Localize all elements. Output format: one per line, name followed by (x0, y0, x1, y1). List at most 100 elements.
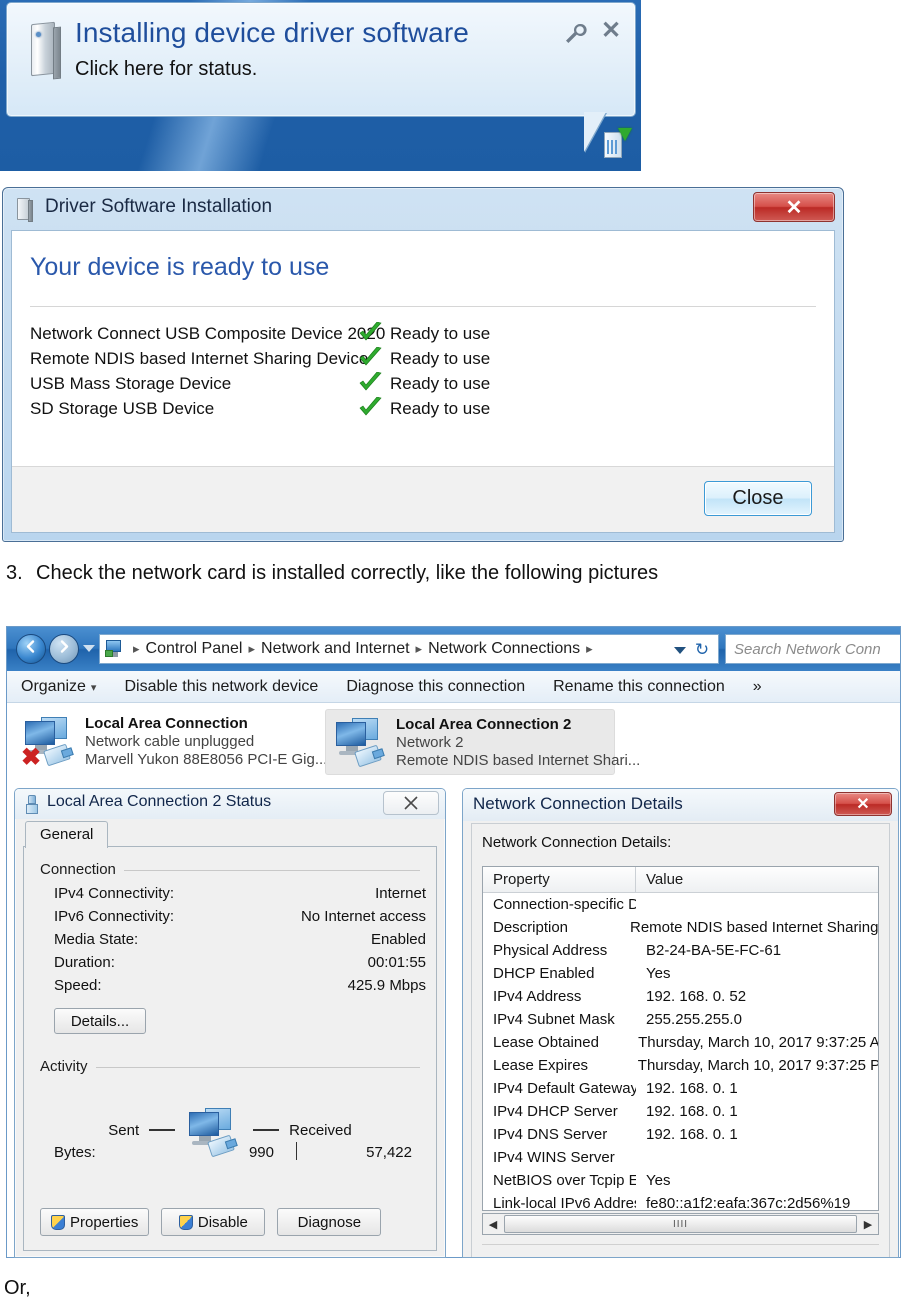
wrench-icon[interactable] (563, 21, 587, 45)
diagnose-button[interactable]: Diagnose (277, 1208, 382, 1236)
toolbar-overflow[interactable]: » (739, 678, 776, 696)
toolbar-disable-device[interactable]: Disable this network device (110, 678, 332, 696)
disable-button[interactable]: Disable (161, 1208, 266, 1236)
horizontal-scrollbar[interactable]: ◀ IIII ▶ (482, 1213, 879, 1235)
toolbar-organize[interactable]: Organize ▾ (7, 678, 110, 696)
search-input[interactable]: Search Network Conn (725, 634, 900, 664)
toolbar-rename-connection[interactable]: Rename this connection (539, 678, 739, 696)
network-icon (104, 639, 124, 659)
cell-value: 192. 168. 0. 1 (646, 1103, 738, 1120)
activity-group-label: Activity (40, 1058, 96, 1075)
tab-strip: General (23, 821, 437, 848)
cell-value: B2-24-BA-5E-FC-61 (646, 942, 782, 959)
properties-button-label: Properties (70, 1213, 139, 1231)
table-row[interactable]: IPv4 DHCP Server 192. 168. 0. 1 (483, 1100, 878, 1123)
cell-value: Thursday, March 10, 2017 9:37:25 PM (637, 1057, 878, 1074)
cell-value: fe80::a1f2:eafa:367c:2d56%19 (646, 1195, 851, 1211)
disconnected-x-icon: ✖ (21, 744, 42, 771)
close-button[interactable]: ✕ (834, 792, 892, 816)
table-row[interactable]: NetBIOS over Tcpip En... Yes (483, 1169, 878, 1192)
breadcrumb-network-and-internet[interactable]: Network and Internet (260, 640, 411, 658)
cell-property: Link-local IPv6 Address (493, 1195, 636, 1211)
cell-value: Thursday, March 10, 2017 9:37:25 AM (638, 1034, 878, 1051)
connection-name: Local Area Connection 2 (396, 716, 572, 733)
device-status: Ready to use (390, 323, 491, 343)
close-icon[interactable]: ✕ (601, 19, 621, 43)
recent-pages-chevron-down-icon[interactable] (83, 645, 95, 652)
breadcrumb-separator: ▸ (415, 641, 423, 656)
cell-value: Yes (646, 1172, 671, 1189)
column-header-property[interactable]: Property (483, 867, 636, 892)
status-row-ipv6-connectivity: IPv6 Connectivity: No Internet access (54, 908, 436, 925)
forward-button[interactable] (49, 634, 79, 664)
scrollbar-thumb[interactable]: IIII (504, 1215, 857, 1233)
breadcrumb-separator: ▸ (586, 641, 593, 656)
status-dialog-titlebar: Local Area Connection 2 Status (15, 789, 445, 819)
cell-value: 192. 168. 0. 1 (646, 1126, 738, 1143)
scroll-right-icon[interactable]: ▶ (858, 1214, 878, 1234)
table-row[interactable]: IPv4 DNS Server 192. 168. 0. 1 (483, 1123, 878, 1146)
table-row[interactable]: DHCP Enabled Yes (483, 962, 878, 985)
installing-driver-balloon[interactable]: Installing device driver software Click … (6, 2, 636, 117)
general-tab-panel: Connection IPv4 Connectivity: Internet I… (23, 846, 437, 1251)
table-row[interactable]: Link-local IPv6 Address fe80::a1f2:eafa:3… (483, 1192, 878, 1211)
ncd-title: Network Connection Details (473, 794, 683, 813)
table-row[interactable]: Lease Obtained Thursday, March 10, 2017 9… (483, 1031, 878, 1054)
status-row-duration: Duration: 00:01:55 (54, 954, 436, 971)
status-row-ipv4-connectivity: IPv4 Connectivity: Internet (54, 885, 436, 902)
step-body: Check the network card is installed corr… (36, 562, 659, 584)
status-dialog-buttons: Properties Disable Diagnose (40, 1208, 420, 1236)
ncd-properties-table[interactable]: Property Value Connection-specific DN...… (482, 866, 879, 1211)
bytes-label: Bytes: (54, 1144, 96, 1161)
refresh-icon[interactable]: ↻ (690, 639, 714, 661)
ncd-caption: Network Connection Details: (482, 834, 672, 851)
table-row[interactable]: IPv4 Subnet Mask 255.255.255.0 (483, 1008, 878, 1031)
ready-heading: Your device is ready to use (30, 253, 330, 281)
connection-item-local-area-connection-2[interactable]: Local Area Connection 2 Network 2 Remote… (325, 709, 640, 775)
breadcrumb-network-connections[interactable]: Network Connections (427, 640, 581, 658)
address-chevron-down-icon[interactable] (674, 647, 686, 654)
cell-value: Yes (646, 965, 671, 982)
row-value: 00:01:55 (367, 954, 426, 971)
details-button[interactable]: Details... (54, 1008, 146, 1034)
table-row[interactable]: Connection-specific DN... (483, 893, 878, 916)
address-bar[interactable]: ▸ Control Panel ▸ Network and Internet ▸… (99, 634, 719, 664)
close-button[interactable]: ✕ (753, 192, 835, 222)
status-row-media-state: Media State: Enabled (54, 931, 436, 948)
properties-button[interactable]: Properties (40, 1208, 150, 1236)
device-name: Remote NDIS based Internet Sharing Devic… (30, 348, 369, 368)
scroll-left-icon[interactable]: ◀ (483, 1214, 503, 1234)
group-divider (40, 1067, 420, 1068)
close-button[interactable] (383, 791, 439, 815)
tray-install-icon[interactable] (604, 126, 632, 160)
bytes-sent-value: 990 (248, 1144, 274, 1161)
bytes-received-value: 57,422 (366, 1144, 412, 1161)
check-icon (358, 346, 390, 370)
tab-general[interactable]: General (25, 821, 109, 848)
breadcrumb-control-panel[interactable]: Control Panel (145, 640, 244, 658)
balloon-tail (584, 112, 606, 152)
cell-value: 255.255.255.0 (646, 1011, 742, 1028)
close-button[interactable]: Close (704, 481, 812, 516)
device-name: Network Connect USB Composite Device 202… (30, 323, 386, 343)
table-row[interactable]: IPv4 Address 192. 168. 0. 52 (483, 985, 878, 1008)
table-row[interactable]: Description Remote NDIS based Internet Sh… (483, 916, 878, 939)
dialog-titlebar: Driver Software Installation ✕ (3, 188, 843, 230)
connection-state: Network 2 (396, 734, 464, 751)
cell-property: Lease Obtained (493, 1034, 599, 1051)
toolbar-diagnose-connection[interactable]: Diagnose this connection (332, 678, 539, 696)
status-row-speed: Speed: 425.9 Mbps (54, 977, 436, 994)
table-row[interactable]: Lease Expires Thursday, March 10, 2017 9:… (483, 1054, 878, 1077)
network-adapter-icon: ✖ (21, 713, 79, 771)
connection-item-local-area-connection[interactable]: ✖ Local Area Connection Network cable un… (15, 709, 327, 775)
chevron-down-icon: ▾ (90, 681, 97, 694)
table-row[interactable]: IPv4 WINS Server (483, 1146, 878, 1169)
back-button[interactable] (16, 634, 46, 664)
column-header-value[interactable]: Value (636, 871, 683, 888)
connection-status-icon (25, 795, 39, 814)
received-dash (253, 1129, 280, 1131)
device-row: SD Storage USB Device Ready to use (30, 396, 816, 421)
table-row[interactable]: Physical Address B2-24-BA-5E-FC-61 (483, 939, 878, 962)
table-row[interactable]: IPv4 Default Gateway 192. 168. 0. 1 (483, 1077, 878, 1100)
row-value: 425.9 Mbps (347, 977, 426, 994)
